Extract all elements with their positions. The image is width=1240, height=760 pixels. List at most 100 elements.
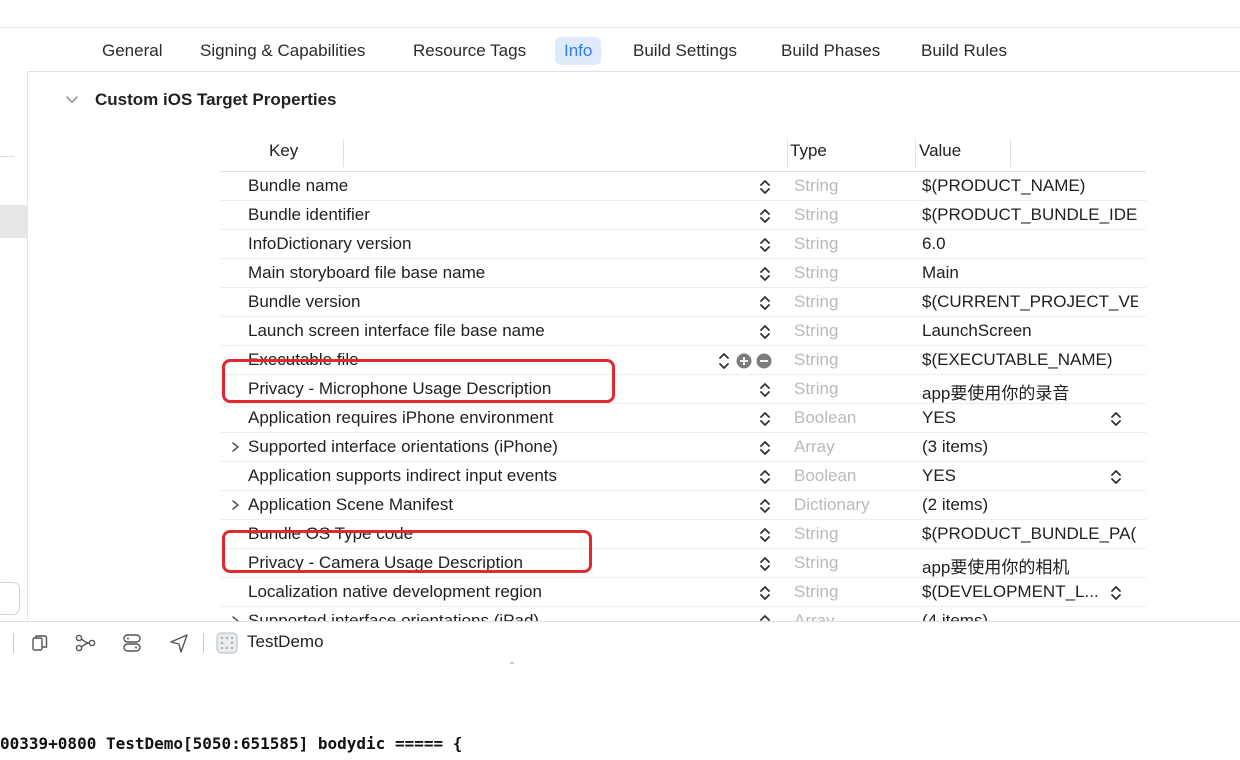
table-row[interactable]: Launch screen interface file base name St… xyxy=(221,317,1146,346)
row-value[interactable]: YES xyxy=(922,466,1138,486)
key-stepper-icon[interactable] xyxy=(758,555,772,573)
table-row[interactable]: Bundle name String $(PRODUCT_NAME) xyxy=(221,172,1146,201)
table-row[interactable]: Supported interface orientations (iPhone… xyxy=(221,433,1146,462)
table-row[interactable]: InfoDictionary version String 6.0 xyxy=(221,230,1146,259)
row-value[interactable]: (3 items) xyxy=(922,437,1138,457)
disclosure-chevron-icon[interactable] xyxy=(229,440,241,454)
value-popup-icon[interactable] xyxy=(1109,410,1123,428)
key-stepper-icon[interactable] xyxy=(758,236,772,254)
row-key[interactable]: Application requires iPhone environment xyxy=(248,408,553,428)
key-stepper-icon[interactable] xyxy=(758,294,772,312)
source-control-icon[interactable] xyxy=(74,632,96,654)
tab-signing-capabilities[interactable]: Signing & Capabilities xyxy=(191,37,374,65)
row-key[interactable]: InfoDictionary version xyxy=(248,234,411,254)
value-popup-icon[interactable] xyxy=(1109,584,1123,602)
table-row[interactable]: Localization native development region St… xyxy=(221,578,1146,607)
debug-console: 00339+0800 TestDemo[5050:651585] bodydic… xyxy=(0,664,1240,760)
row-value[interactable]: LaunchScreen xyxy=(922,321,1138,341)
column-header-key[interactable]: Key xyxy=(269,141,298,161)
row-value[interactable]: $(PRODUCT_BUNDLE_PA( xyxy=(922,524,1138,544)
key-stepper-icon[interactable] xyxy=(758,381,772,399)
row-type[interactable]: String xyxy=(794,350,838,370)
key-stepper-icon[interactable] xyxy=(758,265,772,283)
row-type[interactable]: String xyxy=(794,205,838,225)
row-key[interactable]: Application Scene Manifest xyxy=(248,495,453,515)
row-value[interactable]: (2 items) xyxy=(922,495,1138,515)
jump-bar: TestDemo xyxy=(0,621,1240,665)
separator xyxy=(203,633,204,653)
tab-resource-tags[interactable]: Resource Tags xyxy=(404,37,535,65)
row-type[interactable]: String xyxy=(794,176,838,196)
table-row[interactable]: Bundle version String $(CURRENT_PROJECT_VE xyxy=(221,288,1146,317)
row-type[interactable]: Boolean xyxy=(794,466,856,486)
key-stepper-icon[interactable] xyxy=(758,468,772,486)
tab-info[interactable]: Info xyxy=(555,37,602,65)
tab-build-phases[interactable]: Build Phases xyxy=(772,37,889,65)
key-stepper-icon[interactable] xyxy=(758,323,772,341)
row-value[interactable]: $(CURRENT_PROJECT_VE xyxy=(922,292,1138,312)
target-icon[interactable] xyxy=(216,632,238,654)
row-type[interactable]: Dictionary xyxy=(794,495,870,515)
key-stepper-icon[interactable] xyxy=(758,439,772,457)
column-header-type[interactable]: Type xyxy=(790,141,827,161)
row-key[interactable]: Application supports indirect input even… xyxy=(248,466,557,486)
row-value[interactable]: $(PRODUCT_BUNDLE_IDE xyxy=(922,205,1138,225)
editor-tab-bar: General Signing & Capabilities Resource … xyxy=(0,28,1240,72)
tab-build-settings[interactable]: Build Settings xyxy=(624,37,746,65)
filter-field[interactable] xyxy=(0,582,20,615)
row-type[interactable]: String xyxy=(794,553,838,573)
chevron-down-icon[interactable] xyxy=(64,92,80,108)
row-value[interactable]: app要使用你的相机 xyxy=(922,553,1138,578)
column-divider xyxy=(787,139,788,167)
key-stepper-icon[interactable] xyxy=(758,584,772,602)
table-row[interactable]: Application requires iPhone environment B… xyxy=(221,404,1146,433)
section-title: Custom iOS Target Properties xyxy=(95,90,337,109)
row-type[interactable]: String xyxy=(794,379,838,399)
column-header-value[interactable]: Value xyxy=(919,141,961,161)
value-popup-icon[interactable] xyxy=(1109,468,1123,486)
row-type[interactable]: Boolean xyxy=(794,408,856,428)
target-list-pane xyxy=(0,71,28,621)
tab-general[interactable]: General xyxy=(93,37,171,65)
highlight-box-camera xyxy=(222,530,592,573)
row-type[interactable]: String xyxy=(794,234,838,254)
row-key[interactable]: Bundle identifier xyxy=(248,205,370,225)
row-value[interactable]: $(EXECUTABLE_NAME) xyxy=(922,350,1138,370)
row-type[interactable]: String xyxy=(794,292,838,312)
target-name[interactable]: TestDemo xyxy=(247,632,324,652)
row-type[interactable]: Array xyxy=(794,437,835,457)
key-stepper-icon[interactable] xyxy=(758,410,772,428)
row-key[interactable]: Launch screen interface file base name xyxy=(248,321,545,341)
row-value[interactable]: $(PRODUCT_NAME) xyxy=(922,176,1138,196)
divider xyxy=(0,156,14,157)
key-stepper-icon[interactable] xyxy=(758,497,772,515)
row-value[interactable]: YES xyxy=(922,408,1138,428)
row-key[interactable]: Bundle version xyxy=(248,292,360,312)
row-value[interactable]: app要使用你的录音 xyxy=(922,379,1138,404)
table-row[interactable]: Application Scene Manifest Dictionary (2 i… xyxy=(221,491,1146,520)
row-value[interactable]: 6.0 xyxy=(922,234,1138,254)
row-key[interactable]: Localization native development region xyxy=(248,582,542,602)
selected-target-item[interactable] xyxy=(0,205,27,238)
key-stepper-icon[interactable] xyxy=(758,526,772,544)
location-icon[interactable] xyxy=(168,632,190,654)
table-row[interactable]: Bundle identifier String $(PRODUCT_BUNDLE_… xyxy=(221,201,1146,230)
key-stepper-icon[interactable] xyxy=(758,207,772,225)
table-row[interactable]: Main storyboard file base name String Main xyxy=(221,259,1146,288)
row-actions[interactable] xyxy=(717,351,779,371)
row-key[interactable]: Main storyboard file base name xyxy=(248,263,485,283)
row-value[interactable]: Main xyxy=(922,263,1138,283)
table-row[interactable]: Application supports indirect input even… xyxy=(221,462,1146,491)
row-type[interactable]: String xyxy=(794,263,838,283)
row-key[interactable]: Bundle name xyxy=(248,176,348,196)
storage-icon[interactable] xyxy=(121,632,143,654)
row-type[interactable]: String xyxy=(794,321,838,341)
library-icon[interactable] xyxy=(29,632,51,654)
key-stepper-icon[interactable] xyxy=(758,178,772,196)
disclosure-chevron-icon[interactable] xyxy=(229,498,241,512)
row-value[interactable]: $(DEVELOPMENT_L... xyxy=(922,582,1138,602)
row-key[interactable]: Supported interface orientations (iPhone… xyxy=(248,437,558,457)
row-type[interactable]: String xyxy=(794,524,838,544)
row-type[interactable]: String xyxy=(794,582,838,602)
tab-build-rules[interactable]: Build Rules xyxy=(912,37,1016,65)
